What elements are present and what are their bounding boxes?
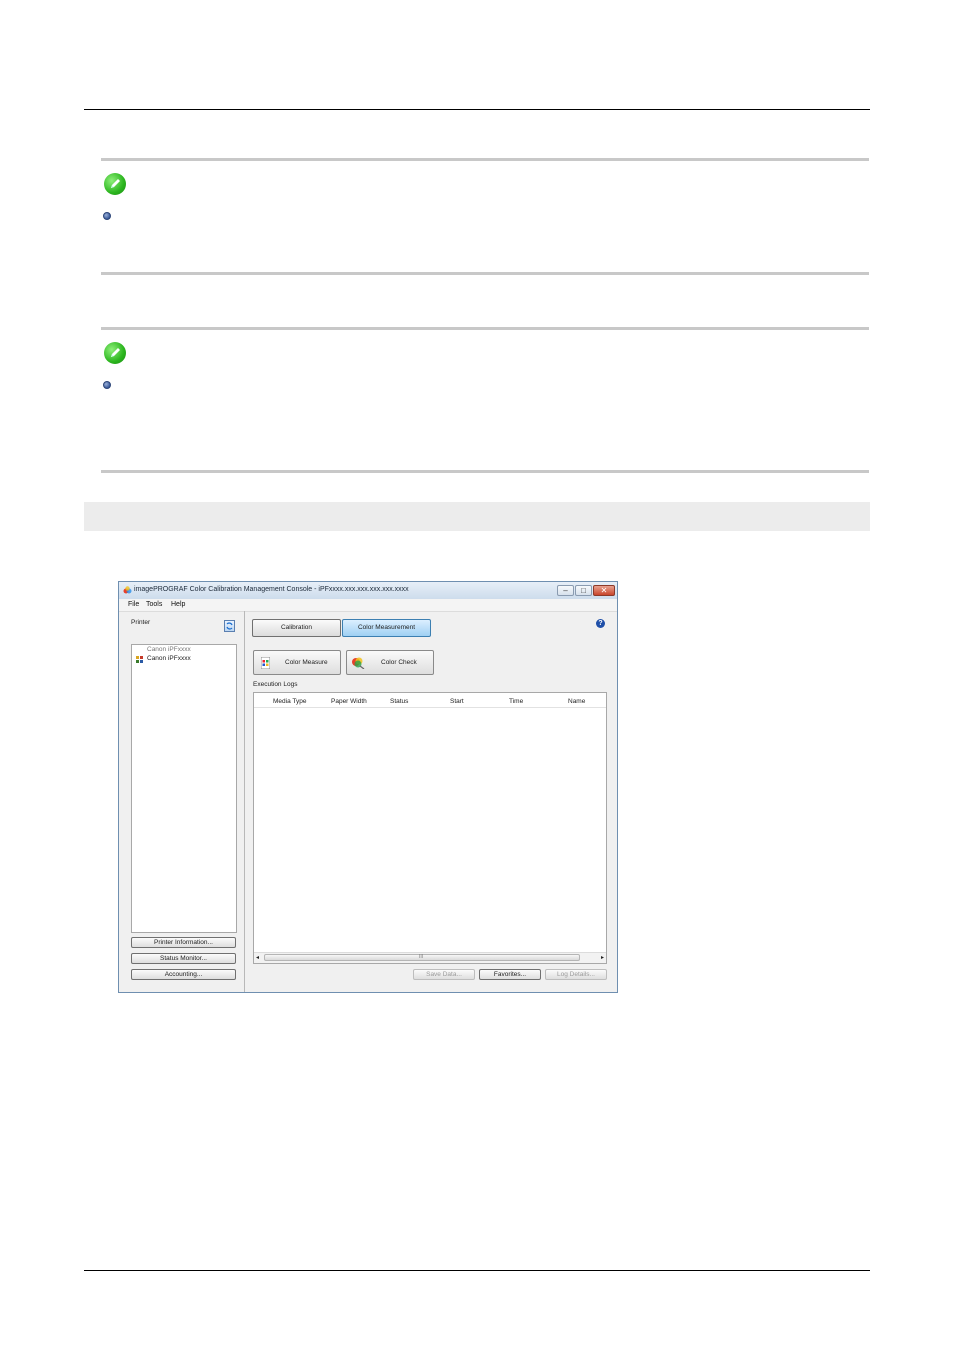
title-bar: imagePROGRAF Color Calibration Managemen… [119, 582, 617, 599]
note-pencil-icon [104, 342, 126, 364]
column-start[interactable]: Start [450, 698, 464, 705]
printer-item[interactable]: Canon iPFxxxx [147, 655, 191, 662]
refresh-icon[interactable] [224, 620, 235, 632]
app-window: imagePROGRAF Color Calibration Managemen… [118, 581, 618, 993]
execution-logs-label: Execution Logs [253, 681, 298, 688]
menu-bar: File Tools Help [119, 599, 617, 612]
color-measure-label: Color Measure [285, 659, 328, 666]
maximize-button[interactable]: □ [575, 585, 592, 596]
column-name[interactable]: Name [568, 698, 585, 705]
column-media-type[interactable]: Media Type [273, 698, 306, 705]
log-details-button[interactable]: Log Details... [545, 969, 607, 980]
tab-color-measurement[interactable]: Color Measurement [342, 619, 431, 637]
note-bottom-bar [101, 272, 869, 275]
execution-logs-table[interactable]: Media Type Paper Width Status Start Time… [253, 692, 607, 964]
scroll-grip: III [419, 954, 424, 960]
panel-divider [244, 611, 245, 992]
minimize-button[interactable]: – [557, 585, 574, 596]
footer-rule [84, 1270, 870, 1271]
column-paper-width[interactable]: Paper Width [331, 698, 367, 705]
color-measure-icon [261, 657, 270, 669]
note-pencil-icon [104, 173, 126, 195]
tab-calibration[interactable]: Calibration [252, 619, 341, 637]
menu-tools[interactable]: Tools [146, 601, 162, 608]
close-button[interactable]: ✕ [593, 585, 615, 596]
help-icon[interactable]: ? [596, 619, 605, 628]
app-logo-icon [123, 586, 132, 594]
favorites-button[interactable]: Favorites... [479, 969, 541, 980]
header-rule [84, 109, 870, 110]
window-title: imagePROGRAF Color Calibration Managemen… [134, 586, 409, 593]
color-check-button[interactable]: Color Check [346, 650, 434, 675]
table-header: Media Type Paper Width Status Start Time… [254, 693, 606, 708]
printer-label: Printer [131, 619, 151, 626]
column-time[interactable]: Time [509, 698, 523, 705]
scroll-left-arrow[interactable]: ◂ [256, 954, 259, 961]
note-bottom-bar [101, 470, 869, 473]
color-check-label: Color Check [381, 659, 417, 666]
save-data-button[interactable]: Save Data... [413, 969, 475, 980]
printer-information-button[interactable]: Printer Information... [131, 937, 236, 948]
menu-help[interactable]: Help [171, 601, 185, 608]
color-measure-button[interactable]: Color Measure [253, 650, 341, 675]
column-status[interactable]: Status [390, 698, 408, 705]
horizontal-scrollbar[interactable]: ◂ III ▸ [254, 952, 606, 963]
printer-grid-icon [136, 656, 143, 663]
bullet-icon [103, 212, 111, 220]
printer-list[interactable]: Canon iPFxxxx Canon iPFxxxx [131, 644, 237, 933]
accounting-button[interactable]: Accounting... [131, 969, 236, 980]
menu-file[interactable]: File [128, 601, 139, 608]
status-monitor-button[interactable]: Status Monitor... [131, 953, 236, 964]
printer-group-item[interactable]: Canon iPFxxxx [147, 646, 191, 653]
note-top-bar [101, 158, 869, 161]
color-check-icon [352, 657, 365, 669]
bullet-icon [103, 381, 111, 389]
scroll-right-arrow[interactable]: ▸ [601, 954, 604, 961]
scroll-thumb[interactable]: III [264, 954, 580, 961]
note-top-bar [101, 327, 869, 330]
section-heading-band [84, 502, 870, 531]
